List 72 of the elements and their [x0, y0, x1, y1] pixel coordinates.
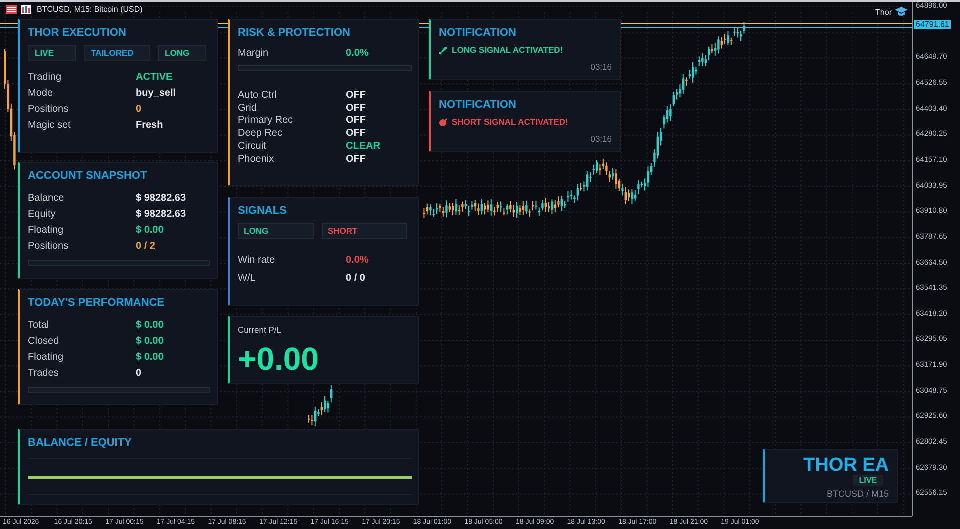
row-label: Floating — [28, 224, 65, 236]
status-tag: TAILORED — [84, 45, 150, 61]
row-value: 0.0% — [346, 254, 369, 266]
row-value: CLEAR — [346, 141, 380, 152]
row-value: $ 0.00 — [136, 320, 164, 330]
status-tag: LIVE — [28, 45, 76, 61]
signal-indicator: LONG — [238, 223, 314, 239]
row-label: Magic set — [28, 120, 72, 130]
row-label: Mode — [28, 88, 54, 98]
row-value: $ 98282.63 — [136, 208, 186, 220]
row-label: Balance — [28, 192, 66, 204]
status-tag: LIVE — [853, 475, 883, 486]
pl-label: Current P/L — [238, 325, 282, 335]
row-label: W/L — [238, 272, 257, 284]
row-value: OFF — [346, 115, 366, 126]
row-value: 0.0% — [346, 48, 369, 58]
notification-message: SHORT SIGNAL ACTIVATED! — [452, 117, 568, 127]
row-value: Fresh — [136, 120, 164, 130]
row-label: Auto Ctrl — [238, 90, 278, 101]
row-label: Primary Rec — [238, 115, 294, 126]
status-tag: LONG — [158, 45, 206, 61]
row-label: Total — [28, 320, 50, 330]
notification-time: 03:16 — [590, 134, 612, 144]
row-label: Closed — [28, 336, 60, 346]
row-value: 0 / 2 — [136, 240, 156, 252]
row-value: ACTIVE — [136, 72, 173, 82]
ea-name: Thor — [876, 8, 892, 16]
rocket-icon — [439, 46, 448, 54]
panel-title: THOR EXECUTION — [28, 27, 128, 39]
row-value: $ 98282.63 — [136, 192, 186, 204]
row-label: Deep Rec — [238, 128, 284, 140]
row-value: OFF — [346, 90, 366, 101]
panel-title: SIGNALS — [238, 205, 288, 217]
notification-title: NOTIFICATION — [439, 99, 518, 111]
row-value: OFF — [346, 128, 366, 140]
row-label: Positions — [28, 240, 70, 252]
row-label: Positions — [28, 104, 70, 114]
symbol-label: BTCUSD / M15 — [826, 489, 889, 499]
row-label: Floating — [28, 352, 65, 362]
signal-indicator: SHORT — [322, 223, 407, 239]
row-value: $ 0.00 — [136, 352, 164, 362]
panel-title: RISK & PROTECTION — [238, 27, 352, 39]
row-value: 0 / 0 — [346, 272, 366, 284]
notification-time: 03:16 — [590, 62, 612, 72]
row-label: Margin — [238, 48, 270, 58]
pl-value: +0.00 — [238, 343, 320, 375]
chart-icon[interactable] — [21, 5, 31, 14]
row-label: Grid — [238, 102, 258, 114]
row-label: Trading — [28, 72, 63, 82]
row-label: Trades — [28, 368, 60, 378]
target-icon — [439, 118, 448, 126]
row-label: Equity — [28, 208, 57, 220]
row-value: OFF — [346, 102, 366, 114]
notification-message: LONG SIGNAL ACTIVATED! — [452, 45, 564, 55]
current-price-label: 64791.61 — [914, 20, 952, 29]
row-value: $ 0.00 — [136, 336, 164, 346]
row-label: Win rate — [238, 254, 276, 266]
panel-title: ACCOUNT SNAPSHOT — [28, 170, 148, 182]
panel-title: BALANCE / EQUITY — [28, 437, 133, 449]
row-value: 0 — [136, 368, 142, 378]
row-value: buy_sell — [136, 88, 176, 98]
graduation-cap-icon — [895, 7, 908, 17]
menu-icon[interactable] — [6, 5, 17, 14]
row-value: OFF — [346, 154, 366, 165]
row-value: $ 0.00 — [136, 224, 164, 236]
panel-title: TODAY'S PERFORMANCE — [28, 297, 166, 309]
notification-title: NOTIFICATION — [439, 27, 518, 39]
row-label: Circuit — [238, 141, 268, 152]
row-value: 0 — [136, 104, 142, 114]
ea-title: THOR EA — [804, 456, 889, 475]
chart-title: BTCUSD, M15: Bitcoin (USD) — [37, 5, 143, 14]
row-label: Phoenix — [238, 154, 276, 165]
